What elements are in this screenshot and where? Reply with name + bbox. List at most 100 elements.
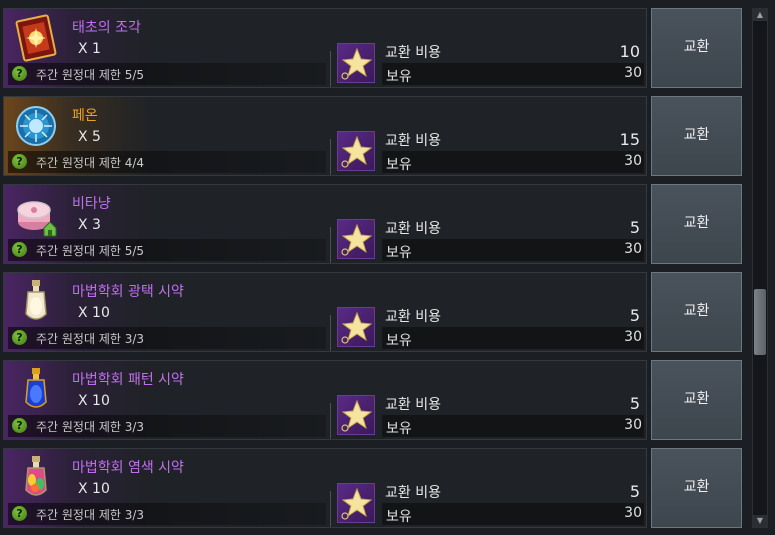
exchange-button[interactable]: 교환 [651,8,742,88]
divider [330,139,331,175]
item-quantity: X 10 [78,305,110,321]
item-quantity: X 10 [78,481,110,497]
star-currency-icon[interactable] [337,307,375,347]
exchange-cost-value: 5 [629,394,640,413]
divider [330,403,331,439]
star-currency-icon[interactable] [337,131,375,171]
exchange-cost-label: 교환 비용 [385,133,441,149]
list-item: 마법학회 염색 시약 X 10 ? 주간 원정대 제한 3/3 교환 비용 5 … [3,448,647,528]
divider [330,491,331,527]
owned-label: 보유 [386,69,412,85]
exchange-button[interactable]: 교환 [651,448,742,528]
item-quantity: X 5 [78,129,101,145]
exchange-cost-label: 교환 비용 [385,45,441,61]
owned-bar: 보유 30 [382,63,644,85]
item-name: 페온 [72,108,98,124]
exchange-window: 태초의 조각 X 1 ? 주간 원정대 제한 5/5 교환 비용 10 보유 3… [0,0,775,535]
question-icon[interactable]: ? [12,330,27,345]
item-name: 마법학회 광택 시약 [72,284,184,300]
list-item: 비타냥 X 3 ? 주간 원정대 제한 5/5 교환 비용 5 보유 30 [3,184,647,264]
item-name: 비타냥 [72,196,111,212]
item-name: 마법학회 패턴 시약 [72,372,184,388]
scroll-down-arrow-icon[interactable]: ▼ [753,515,767,527]
divider [330,227,331,263]
star-currency-icon[interactable] [337,483,375,523]
owned-label: 보유 [386,245,412,261]
divider [330,51,331,87]
owned-bar: 보유 30 [382,327,644,349]
owned-value: 30 [624,417,642,433]
exchange-button-label: 교환 [683,215,710,231]
exchange-cost-value: 5 [629,306,640,325]
exchange-cost-label: 교환 비용 [385,397,441,413]
star-currency-icon[interactable] [337,395,375,435]
weekly-limit-text: 주간 원정대 제한 3/3 [36,332,145,346]
owned-bar: 보유 30 [382,415,644,437]
exchange-cost-label: 교환 비용 [385,485,441,501]
exchange-button[interactable]: 교환 [651,184,742,264]
owned-value: 30 [624,65,642,81]
cat-food-can-icon[interactable] [12,190,60,238]
weekly-limit-text: 주간 원정대 제한 3/3 [36,420,145,434]
weekly-limit-text: 주간 원정대 제한 5/5 [36,244,145,258]
potion-gloss-icon[interactable] [12,278,60,326]
scroll-up-arrow-icon[interactable]: ▲ [753,9,767,21]
potion-dye-icon[interactable] [12,454,60,502]
question-icon[interactable]: ? [12,66,27,81]
owned-value: 30 [624,505,642,521]
exchange-button[interactable]: 교환 [651,272,742,352]
exchange-button-label: 교환 [683,479,710,495]
weekly-limit: ? 주간 원정대 제한 4/4 [8,151,326,173]
weekly-limit: ? 주간 원정대 제한 5/5 [8,63,326,85]
exchange-button[interactable]: 교환 [651,96,742,176]
item-quantity: X 10 [78,393,110,409]
question-icon[interactable]: ? [12,418,27,433]
weekly-limit: ? 주간 원정대 제한 5/5 [8,239,326,261]
question-icon[interactable]: ? [12,154,27,169]
exchange-button[interactable]: 교환 [651,360,742,440]
list-item: 마법학회 광택 시약 X 10 ? 주간 원정대 제한 3/3 교환 비용 5 … [3,272,647,352]
weekly-limit-text: 주간 원정대 제한 3/3 [36,508,145,522]
weekly-limit: ? 주간 원정대 제한 3/3 [8,327,326,349]
star-currency-icon[interactable] [337,43,375,83]
potion-pattern-icon[interactable] [12,366,60,414]
owned-label: 보유 [386,509,412,525]
star-currency-icon[interactable] [337,219,375,259]
list-item: 페온 X 5 ? 주간 원정대 제한 4/4 교환 비용 15 보유 30 [3,96,647,176]
owned-label: 보유 [386,333,412,349]
exchange-cost-value: 10 [619,42,640,61]
question-icon[interactable]: ? [12,242,27,257]
weekly-limit: ? 주간 원정대 제한 3/3 [8,503,326,525]
item-name: 마법학회 염색 시약 [72,460,184,476]
owned-value: 30 [624,153,642,169]
owned-label: 보유 [386,421,412,437]
owned-value: 30 [624,241,642,257]
peon-orb-icon[interactable] [12,102,60,150]
weekly-limit-text: 주간 원정대 제한 4/4 [36,156,145,170]
exchange-cost-label: 교환 비용 [385,221,441,237]
item-quantity: X 1 [78,41,101,57]
weekly-limit-text: 주간 원정대 제한 5/5 [36,68,145,82]
card-icon[interactable] [12,14,60,62]
owned-value: 30 [624,329,642,345]
exchange-button-label: 교환 [683,391,710,407]
owned-bar: 보유 30 [382,151,644,173]
scroll-thumb[interactable] [754,289,766,355]
owned-bar: 보유 30 [382,239,644,261]
scrollbar[interactable]: ▲ ▼ [752,8,768,528]
exchange-button-label: 교환 [683,39,710,55]
divider [330,315,331,351]
exchange-button-label: 교환 [683,303,710,319]
item-name: 태초의 조각 [72,20,141,36]
owned-bar: 보유 30 [382,503,644,525]
question-icon[interactable]: ? [12,506,27,521]
exchange-cost-label: 교환 비용 [385,309,441,325]
weekly-limit: ? 주간 원정대 제한 3/3 [8,415,326,437]
exchange-cost-value: 5 [629,218,640,237]
exchange-list: 태초의 조각 X 1 ? 주간 원정대 제한 5/5 교환 비용 10 보유 3… [0,0,750,535]
exchange-cost-value: 5 [629,482,640,501]
list-item: 마법학회 패턴 시약 X 10 ? 주간 원정대 제한 3/3 교환 비용 5 … [3,360,647,440]
owned-label: 보유 [386,157,412,173]
item-quantity: X 3 [78,217,101,233]
exchange-cost-value: 15 [619,130,640,149]
